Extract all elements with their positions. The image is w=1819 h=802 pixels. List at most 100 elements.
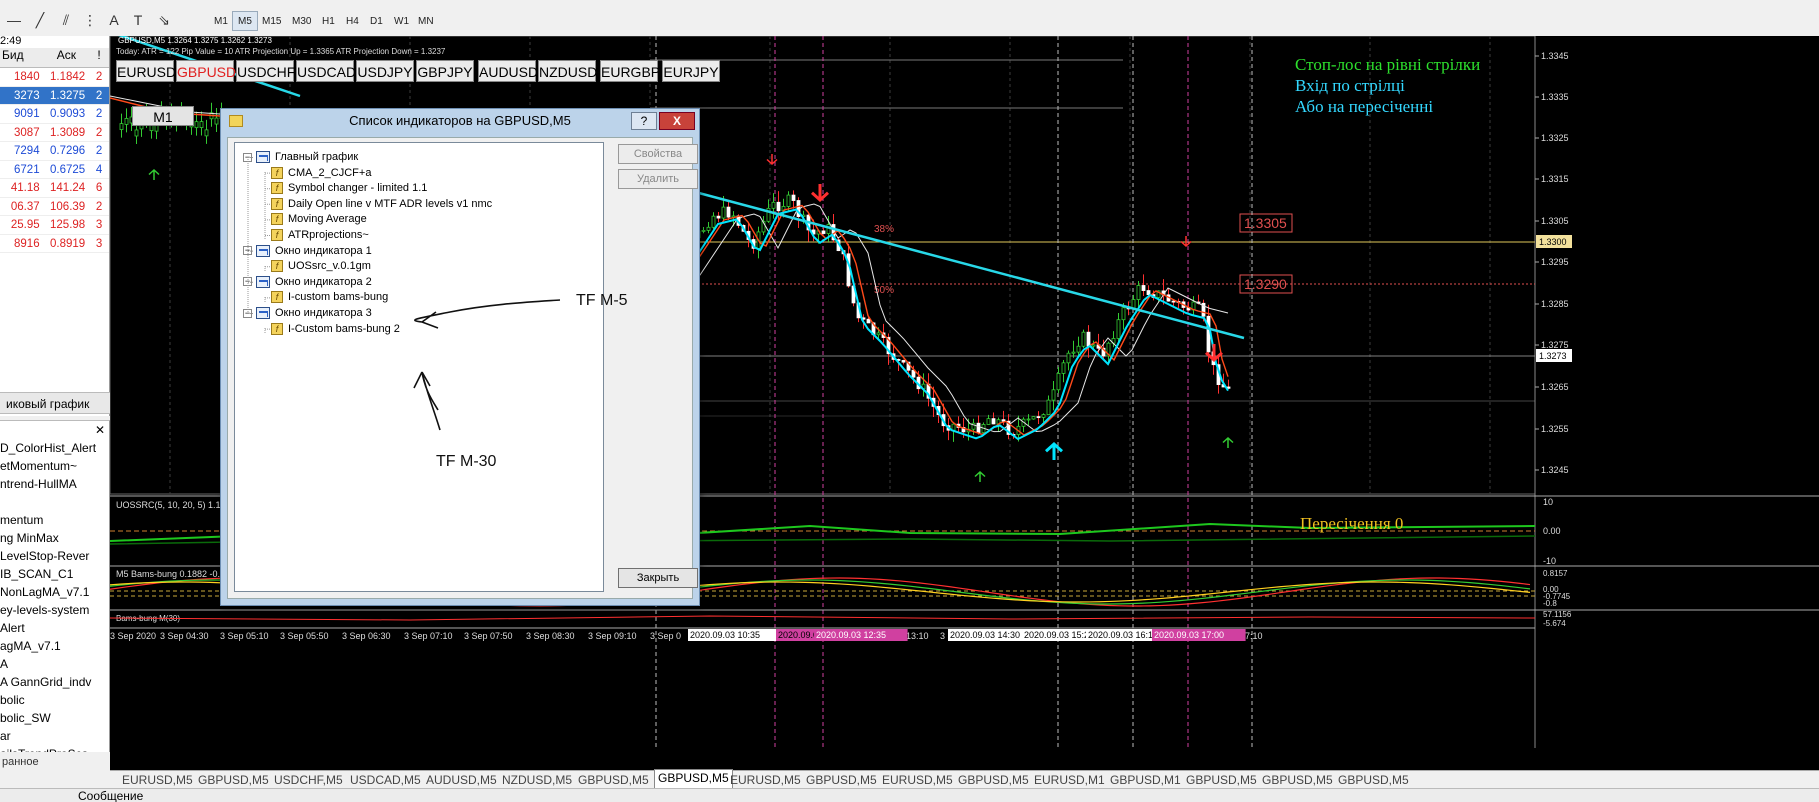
navigator-favorites-tab[interactable]: ранное [0,752,110,772]
channel-tool-icon[interactable]: ⫽ [56,10,76,30]
navigator-item[interactable] [0,493,109,511]
tree-indicator-node[interactable]: f ATRprojections~ [271,227,369,244]
tree-indicator-node[interactable]: f CMA_2_CJCF+a [271,165,371,182]
chart-tab[interactable]: GBPUSD,M5 [198,772,269,788]
chart-tab[interactable]: EURUSD,M5 [882,772,953,788]
chart-tab[interactable]: EURUSD,M1 [1034,772,1105,788]
column-ask[interactable]: Аск [44,48,90,67]
help-button[interactable]: ? [631,112,657,130]
chart-tab[interactable]: EURUSD,M5 [730,772,801,788]
timeframe-h1[interactable]: H1 [316,11,341,31]
text-tool-icon[interactable]: A [104,10,124,30]
label-tool-icon[interactable]: T [128,10,148,30]
navigator-item[interactable]: bolic_SW [0,709,109,727]
timeframe-w1[interactable]: W1 [388,11,415,31]
cursor-icon[interactable]: — [4,10,24,30]
chart-tab[interactable]: AUDUSD,M5 [426,772,497,788]
collapse-icon[interactable]: − [243,152,252,162]
navigator-item[interactable]: ng MinMax [0,529,109,547]
timeframe-m30[interactable]: M30 [286,11,317,31]
tree-indicator-node[interactable]: f UOSsrc_v.0.1gm [271,258,371,275]
collapse-icon[interactable]: − [243,277,252,287]
chart-tab[interactable]: USDCAD,M5 [350,772,421,788]
symbol-button-eurjpy[interactable]: EURJPY [662,60,720,82]
market-watch-row[interactable]: 7294 0.7296 2 [0,142,109,161]
navigator-item[interactable]: IB_SCAN_C1 [0,565,109,583]
market-watch-row[interactable]: 41.18 141.24 6 [0,179,109,198]
navigator-item[interactable]: etMomentum~ [0,457,109,475]
symbol-button-usdjpy[interactable]: USDJPY [356,60,414,82]
column-bid[interactable]: Бид [0,48,44,67]
symbol-button-nzdusd[interactable]: NZDUSD [538,60,597,82]
tree-window-node[interactable]: − Главный график [243,149,358,166]
spread-value: 2 [95,108,103,120]
column-spread[interactable]: ! [89,48,109,67]
navigator-item[interactable]: LevelStop-Rever [0,547,109,565]
fibo-tool-icon[interactable]: ⋮ [80,10,100,30]
navigator-item[interactable]: ar [0,727,109,745]
tree-indicator-node[interactable]: f Daily Open line v MTF ADR levels v1 nmc [271,196,492,213]
navigator-item[interactable]: bolic [0,691,109,709]
timeframe-m1[interactable]: M1 [208,11,234,31]
chart-tab[interactable]: GBPUSD,M5 [654,769,733,788]
bid-value: 8916 [14,237,40,250]
timeframe-mn[interactable]: MN [412,11,440,31]
symbol-button-gbpusd[interactable]: GBPUSD [176,60,236,82]
chart-tab[interactable]: GBPUSD,M5 [1262,772,1333,788]
close-icon[interactable]: ✕ [95,423,105,437]
timeframe-h4[interactable]: H4 [340,11,365,31]
market-watch-row[interactable]: 3273 1.3275 2 [0,86,109,105]
timeframe-d1[interactable]: D1 [364,11,389,31]
chart-tab[interactable]: GBPUSD,M5 [958,772,1029,788]
collapse-icon[interactable]: − [243,246,252,256]
chart-tab[interactable]: EURUSD,M5 [122,772,193,788]
tree-window-node[interactable]: − Окно индикатора 3 [243,305,372,322]
chart-tab[interactable]: GBPUSD,M5 [1186,772,1257,788]
market-watch-row[interactable]: 1840 1.1842 2 [0,68,109,87]
market-watch-row[interactable]: 8916 0.8919 3 [0,235,109,253]
navigator-item[interactable]: mentum [0,511,109,529]
properties-button[interactable]: Свойства [618,144,698,164]
tree-indicator-node[interactable]: f Symbol changer - limited 1.1 [271,180,427,197]
symbol-button-gbpjpy[interactable]: GBPJPY [416,60,474,82]
navigator-item[interactable]: agMA_v7.1 [0,637,109,655]
close-dialog-button[interactable]: Закрыть [618,568,698,588]
collapse-icon[interactable]: − [243,308,252,318]
line-tool-icon[interactable]: ╱ [30,10,50,30]
navigator-item[interactable]: A [0,655,109,673]
m1-button[interactable]: M1 [132,106,194,126]
symbol-button-usdchf[interactable]: USDCHF [236,60,295,82]
close-button[interactable]: X [659,112,695,130]
navigator-item[interactable]: NonLagMA_v7.1 [0,583,109,601]
market-watch-row[interactable]: 06.37 106.39 2 [0,198,109,216]
tree-window-node[interactable]: − Окно индикатора 2 [243,274,372,291]
delete-button[interactable]: Удалить [618,169,698,189]
tree-indicator-node[interactable]: f I-custom bams-bung [271,289,388,306]
timeframe-m5[interactable]: M5 [232,11,258,31]
arrow-tool-icon[interactable]: ⇘ [154,10,174,30]
chart-tab[interactable]: USDCHF,M5 [274,772,343,788]
navigator-item[interactable]: ey-levels-system [0,601,109,619]
navigator-item[interactable]: Alert [0,619,109,637]
timeframe-m15[interactable]: M15 [256,11,287,31]
chart-tab[interactable]: NZDUSD,M5 [502,772,572,788]
navigator-item[interactable]: D_ColorHist_Alert [0,439,109,457]
symbol-button-audusd[interactable]: AUDUSD [478,60,538,82]
symbol-button-eurusd[interactable]: EURUSD [116,60,176,82]
market-watch-row[interactable]: 25.95 125.98 3 [0,216,109,235]
navigator-item[interactable]: A GannGrid_indv [0,673,109,691]
navigator-item[interactable]: ntrend-HullMA [0,475,109,493]
symbol-button-usdcad[interactable]: USDCAD [296,60,356,82]
chart-tab[interactable]: GBPUSD,M5 [806,772,877,788]
chart-tab[interactable]: GBPUSD,M5 [578,772,649,788]
tree-indicator-node[interactable]: f I-Custom bams-bung 2 [271,321,400,338]
tree-indicator-node[interactable]: f Moving Average [271,211,367,228]
chart-tab[interactable]: GBPUSD,M5 [1338,772,1409,788]
symbol-button-eurgbp[interactable]: EURGBP [600,60,660,82]
market-watch-row[interactable]: 3087 1.3089 2 [0,124,109,142]
tree-window-node[interactable]: − Окно индикатора 1 [243,243,372,260]
chart-tick-tab[interactable]: иковый график [0,392,110,414]
market-watch-row[interactable]: 9091 0.9093 2 [0,105,109,124]
chart-tab[interactable]: GBPUSD,M1 [1110,772,1181,788]
market-watch-row[interactable]: 6721 0.6725 4 [0,161,109,179]
